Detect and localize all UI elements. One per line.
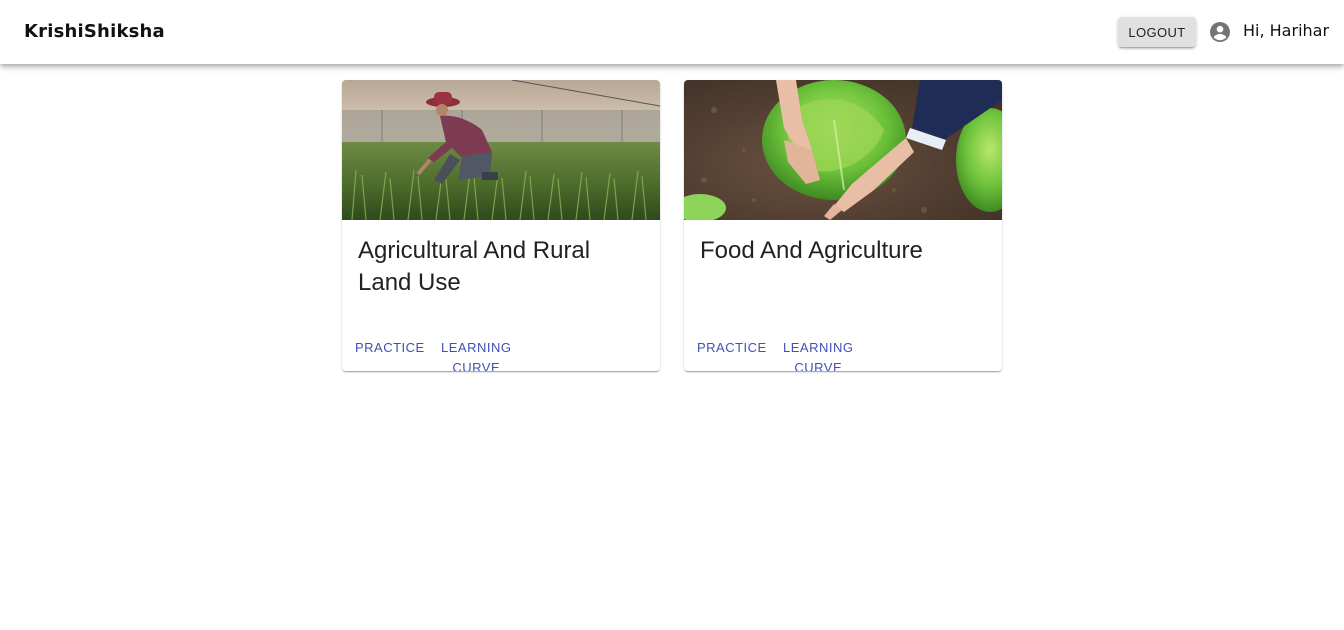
user-greeting: Hi, Harihar [1243,21,1330,40]
card-image-lettuce[interactable] [684,80,1002,220]
learning-curve-button[interactable]: Learning Curve [778,338,858,371]
learning-curve-button[interactable]: Learning Curve [436,338,516,371]
app-bar: KrishiShiksha Logout Hi, Harihar [0,0,1344,64]
logout-button[interactable]: Logout [1118,17,1196,47]
practice-button[interactable]: Practice [350,338,430,358]
practice-button[interactable]: Practice [692,338,772,358]
account-circle-icon[interactable] [1208,20,1232,44]
card-title: Food And Agriculture [700,237,923,264]
brand-title: KrishiShiksha [24,21,165,42]
farmer-field-image [342,80,660,220]
card-title: Agricultural And Rural Land Use [358,237,591,296]
course-card[interactable]: Food And Agriculture Practice Learning C… [684,80,1002,371]
course-card[interactable]: Agricultural And Rural Land Use Practice… [342,80,660,371]
card-image-farmer[interactable] [342,80,660,220]
lettuce-planting-image [684,80,1002,220]
